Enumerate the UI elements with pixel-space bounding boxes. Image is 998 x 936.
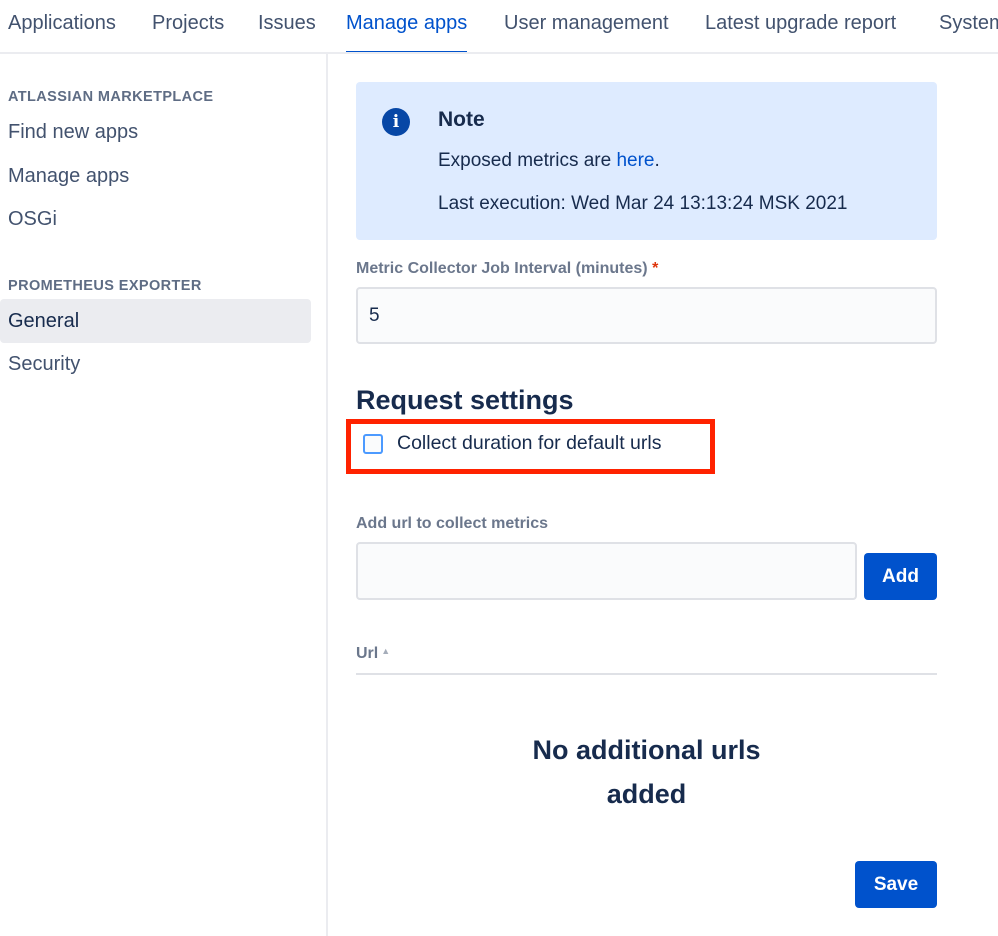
required-mark: * <box>652 260 659 277</box>
add-url-label: Add url to collect metrics <box>356 515 549 532</box>
note-last-execution: Last execution: Wed Mar 24 13:13:24 MSK … <box>438 193 848 214</box>
sidebar-heading-prometheus-exporter: PROMETHEUS EXPORTER <box>8 278 202 294</box>
tab-user-management[interactable]: User management <box>504 12 669 52</box>
tab-latest-upgrade-report[interactable]: Latest upgrade report <box>705 12 896 52</box>
url-table-header: Url ▲ <box>356 645 937 675</box>
save-button[interactable]: Save <box>855 861 937 908</box>
empty-state-line1: No additional urls <box>532 735 761 765</box>
interval-label-text: Metric Collector Job Interval (minutes) <box>356 260 648 277</box>
info-icon: i <box>382 108 410 136</box>
note-title: Note <box>438 108 485 131</box>
empty-state-line2: added <box>606 779 687 809</box>
sidebar-item-osgi[interactable]: OSGi <box>0 197 311 241</box>
interval-label: Metric Collector Job Interval (minutes) … <box>356 260 658 278</box>
empty-state: No additional urls added <box>356 728 937 816</box>
metrics-link[interactable]: here <box>616 150 654 171</box>
url-column-label: Url <box>356 645 379 662</box>
sort-ascending-icon: ▲ <box>381 646 391 656</box>
collect-duration-checkbox[interactable] <box>363 434 383 454</box>
note-metrics-text: Exposed metrics are here. <box>438 150 660 172</box>
tab-manage-apps[interactable]: Manage apps <box>346 12 468 52</box>
sidebar-item-manage-apps[interactable]: Manage apps <box>0 154 311 198</box>
request-settings-heading: Request settings <box>356 385 574 415</box>
sidebar-item-general[interactable]: General <box>0 299 311 343</box>
sidebar-heading-marketplace: ATLASSIAN MARKETPLACE <box>8 89 214 105</box>
tab-applications[interactable]: Applications <box>8 12 116 52</box>
collect-duration-label[interactable]: Collect duration for default urls <box>397 432 661 455</box>
interval-input[interactable] <box>356 287 937 344</box>
sidebar-item-security[interactable]: Security <box>0 342 311 386</box>
tab-projects[interactable]: Projects <box>152 12 224 52</box>
sidebar: ATLASSIAN MARKETPLACE Find new apps Mana… <box>0 54 328 936</box>
add-url-button[interactable]: Add <box>864 553 937 600</box>
url-column-header[interactable]: Url ▲ <box>356 645 390 663</box>
tab-issues[interactable]: Issues <box>258 12 316 52</box>
note-metrics-suffix: . <box>654 150 660 171</box>
add-url-input[interactable] <box>356 542 857 600</box>
top-navigation: Applications Projects Issues Manage apps… <box>0 0 998 54</box>
tab-system[interactable]: System <box>939 12 998 52</box>
note-metrics-prefix: Exposed metrics are <box>438 150 617 171</box>
note-panel: i Note Exposed metrics are here. Last ex… <box>356 82 937 240</box>
sidebar-item-find-new-apps[interactable]: Find new apps <box>0 110 311 154</box>
